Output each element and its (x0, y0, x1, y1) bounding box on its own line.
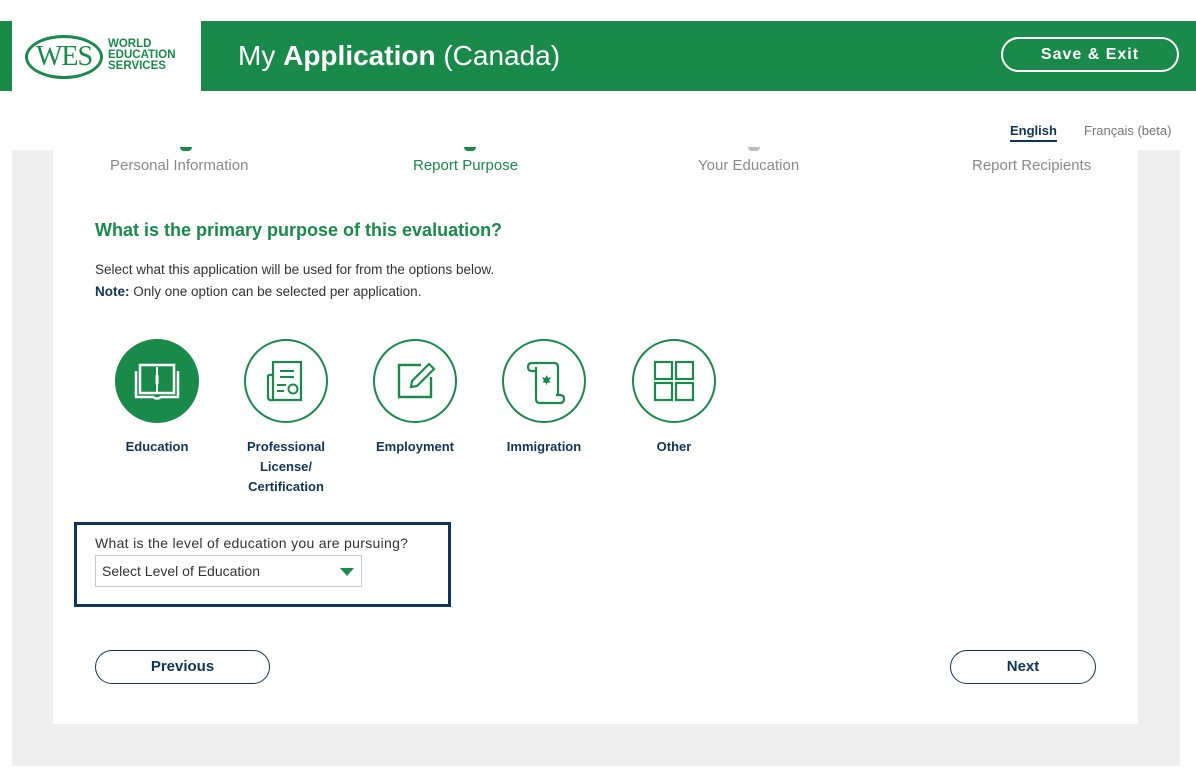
purpose-option-other[interactable]: Other (619, 339, 729, 457)
logo-wordmark: WORLD EDUCATION SERVICES (108, 38, 176, 72)
purpose-option-professional-license[interactable]: Professional License/ Certification (231, 339, 341, 497)
book-icon (134, 363, 180, 400)
grid-icon (653, 360, 695, 402)
purpose-instruction: Select what this application will be use… (95, 262, 495, 277)
purpose-option-education[interactable]: Education (102, 339, 212, 457)
purpose-option-label: Immigration (506, 439, 582, 454)
page: WES WORLD EDUCATION SERVICES My Applicat… (0, 0, 1196, 779)
next-button[interactable]: Next (950, 650, 1096, 684)
edit-icon (397, 362, 436, 399)
education-level-label: What is the level of education you are p… (95, 535, 409, 551)
language-french-link[interactable]: Français (beta) (1084, 123, 1171, 138)
education-level-select[interactable]: Select Level of Education (95, 555, 362, 587)
purpose-option-label: Education (125, 439, 189, 454)
logo-mark: WES (25, 35, 103, 79)
purpose-note: Note: Only one option can be selected pe… (95, 284, 422, 299)
purpose-option-employment[interactable]: Employment (360, 339, 470, 457)
step-your-education[interactable]: Your Education (698, 157, 799, 174)
step-report-purpose[interactable]: Report Purpose (413, 157, 518, 174)
page-title: My Application (Canada) (238, 40, 561, 71)
save-exit-button[interactable]: Save & Exit (1001, 37, 1179, 72)
chevron-down-icon (340, 568, 354, 576)
step-report-recipients[interactable]: Report Recipients (972, 157, 1091, 174)
purpose-option-immigration[interactable]: Immigration (489, 339, 599, 457)
purpose-option-label: Professional License/ Certification (246, 439, 326, 494)
education-level-selected-value: Select Level of Education (102, 563, 260, 579)
certificate-icon (266, 360, 303, 402)
previous-button[interactable]: Previous (95, 650, 270, 684)
purpose-option-label: Employment (375, 439, 454, 454)
scroll-icon (526, 361, 566, 405)
purpose-question: What is the primary purpose of this eval… (95, 220, 503, 240)
language-english-link[interactable]: English (1010, 123, 1057, 142)
purpose-option-label: Other (656, 439, 692, 454)
step-personal-information[interactable]: Personal Information (110, 157, 248, 174)
wes-logo[interactable]: WES WORLD EDUCATION SERVICES (12, 21, 201, 91)
